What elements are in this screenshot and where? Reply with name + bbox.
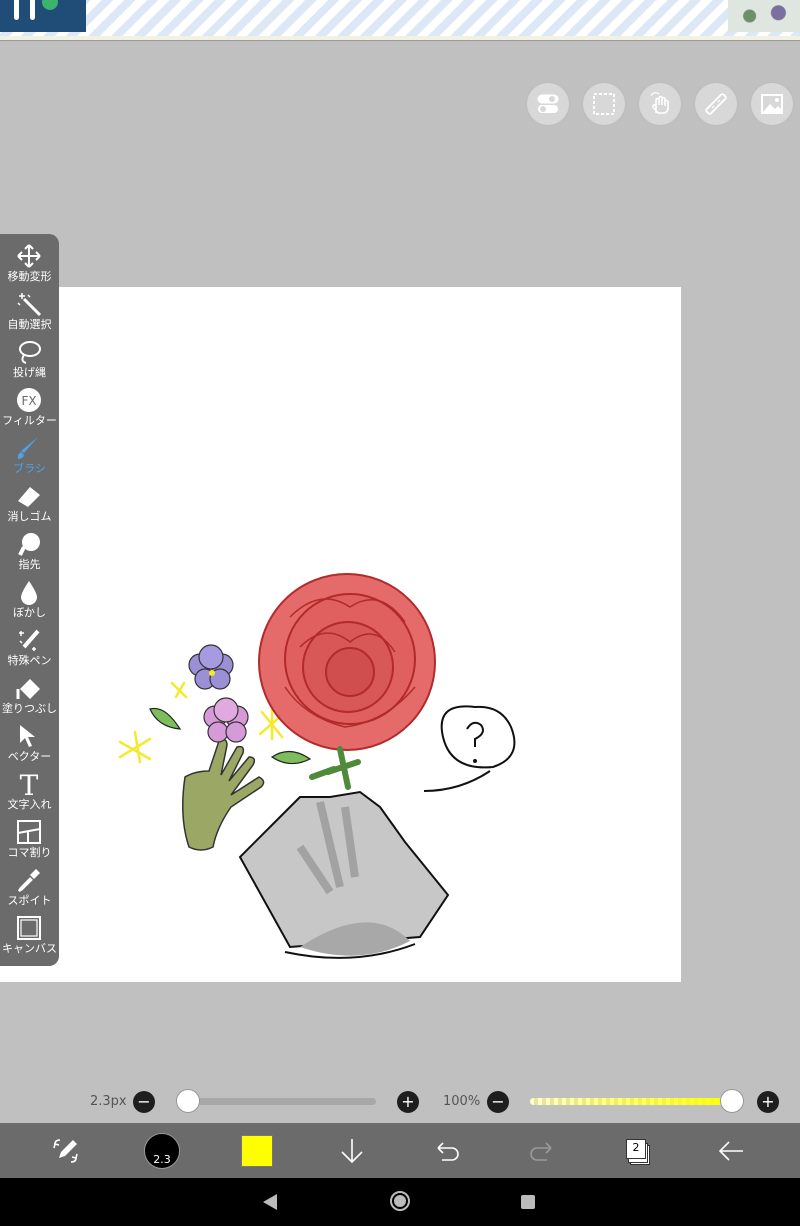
tool-label: 投げ縄	[13, 366, 46, 379]
brush-size-increase-button[interactable]: +	[397, 1091, 419, 1113]
arrow-left-icon	[718, 1141, 743, 1161]
tool-vector[interactable]: ベクター	[0, 720, 59, 768]
finger-icon	[18, 533, 40, 556]
undo-icon	[437, 1142, 459, 1161]
tool-palette: 移動変形 自動選択 投げ縄 FX フィルター ブラシ 消しゴム 指先 ぼかし 特…	[0, 234, 59, 966]
ad-logo[interactable]	[0, 0, 86, 32]
brush-size-slider-knob[interactable]	[176, 1089, 200, 1113]
back-button[interactable]	[711, 1131, 751, 1171]
drop-icon	[21, 581, 37, 605]
vector-icon	[20, 725, 35, 747]
eraser-icon	[18, 487, 40, 507]
tool-text[interactable]: T 文字入れ	[0, 768, 59, 816]
tool-special-pen[interactable]: 特殊ペン	[0, 624, 59, 672]
tool-canvas[interactable]: キャンバス	[0, 912, 59, 960]
brush-icon	[17, 437, 38, 459]
move-icon	[17, 244, 41, 268]
tool-lasso[interactable]: 投げ縄	[0, 336, 59, 384]
tool-label: 消しゴム	[7, 510, 52, 523]
tool-label: フィルター	[2, 414, 57, 427]
fx-icon: FX	[17, 388, 41, 412]
color-swatch-button[interactable]	[241, 1135, 273, 1167]
hand-icon	[650, 92, 669, 114]
tool-fill[interactable]: 塗りつぶし	[0, 672, 59, 720]
tool-label: 指先	[18, 558, 41, 571]
fill-icon	[16, 679, 40, 699]
tool-label: ブラシ	[13, 462, 46, 475]
magic-wand-icon	[17, 293, 42, 317]
tool-eyedropper[interactable]: スポイト	[0, 864, 59, 912]
tool-label: キャンバス	[2, 942, 57, 955]
brush-size-slider[interactable]	[178, 1098, 376, 1105]
text-icon: T	[20, 771, 39, 797]
ad-divider	[0, 36, 800, 41]
ruler-icon	[705, 93, 727, 115]
special-pen-icon	[19, 629, 40, 651]
canvas-icon	[17, 916, 41, 940]
image-button[interactable]	[750, 82, 794, 126]
opacity-slider-knob[interactable]	[720, 1089, 744, 1113]
tool-label: スポイト	[7, 894, 52, 907]
selection-icon	[593, 93, 615, 115]
arrow-down-icon	[341, 1139, 363, 1164]
ad-banner[interactable]	[0, 0, 800, 37]
drawing-canvas[interactable]	[0, 287, 681, 982]
image-icon	[761, 94, 783, 114]
brush-settings-row: 2.3px − + 100% − +	[0, 1088, 800, 1116]
toggle-icon	[537, 94, 559, 113]
tool-panel[interactable]: コマ割り	[0, 816, 59, 864]
tool-move[interactable]: 移動変形	[0, 240, 59, 288]
nav-back-icon[interactable]	[262, 1193, 278, 1211]
tool-label: 文字入れ	[7, 798, 52, 811]
nav-recents-icon[interactable]	[520, 1194, 536, 1210]
panel-icon	[17, 820, 41, 844]
fx-icon-text: FX	[21, 394, 36, 408]
lasso-icon	[19, 341, 41, 364]
save-down-button[interactable]	[332, 1131, 372, 1171]
layers-button[interactable]: 2	[622, 1137, 650, 1165]
opacity-slider[interactable]	[530, 1098, 740, 1105]
tool-label: 自動選択	[7, 318, 52, 331]
tool-label: 塗りつぶし	[1, 702, 58, 715]
text-icon-glyph: T	[20, 771, 39, 797]
tool-filter[interactable]: FX フィルター	[0, 384, 59, 432]
brush-size-value: 2.3px	[90, 1094, 127, 1109]
brush-size-decrease-button[interactable]: −	[133, 1091, 155, 1113]
undo-button[interactable]	[427, 1131, 467, 1171]
brush-size-preview-button[interactable]: 2.3	[144, 1133, 180, 1169]
ruler-button[interactable]	[694, 82, 738, 126]
redo-icon	[530, 1142, 552, 1161]
layer-count: 2	[632, 1141, 640, 1154]
toggle-button[interactable]	[526, 82, 570, 126]
system-navigation-bar	[0, 1178, 800, 1226]
bottom-toolbar: 2.3 2	[0, 1123, 800, 1178]
selection-button[interactable]	[582, 82, 626, 126]
tool-blur[interactable]: ぼかし	[0, 576, 59, 624]
nav-home-icon[interactable]	[389, 1190, 411, 1212]
opacity-decrease-button[interactable]: −	[487, 1091, 509, 1113]
tool-label: 特殊ペン	[7, 654, 52, 667]
ad-thumbnail[interactable]	[728, 0, 800, 32]
swap-tool-button[interactable]	[46, 1131, 86, 1171]
opacity-increase-button[interactable]: +	[757, 1091, 779, 1113]
tool-label: 移動変形	[7, 270, 52, 283]
tool-finger[interactable]: 指先	[0, 528, 59, 576]
eyedropper-icon	[17, 869, 40, 893]
hand-button[interactable]	[638, 82, 682, 126]
swap-icon	[53, 1139, 78, 1163]
tool-label: ベクター	[7, 750, 52, 763]
opacity-value: 100%	[443, 1094, 481, 1109]
tool-label: コマ割り	[7, 846, 52, 859]
tool-brush[interactable]: ブラシ	[0, 432, 59, 480]
canvas-artwork	[118, 573, 516, 959]
tool-magic-wand[interactable]: 自動選択	[0, 288, 59, 336]
redo-button[interactable]	[522, 1131, 562, 1171]
tool-label: ぼかし	[13, 606, 46, 619]
tool-eraser[interactable]: 消しゴム	[0, 480, 59, 528]
brush-size-text: 2.3	[153, 1153, 171, 1166]
opacity-slider-fill	[530, 1098, 740, 1105]
